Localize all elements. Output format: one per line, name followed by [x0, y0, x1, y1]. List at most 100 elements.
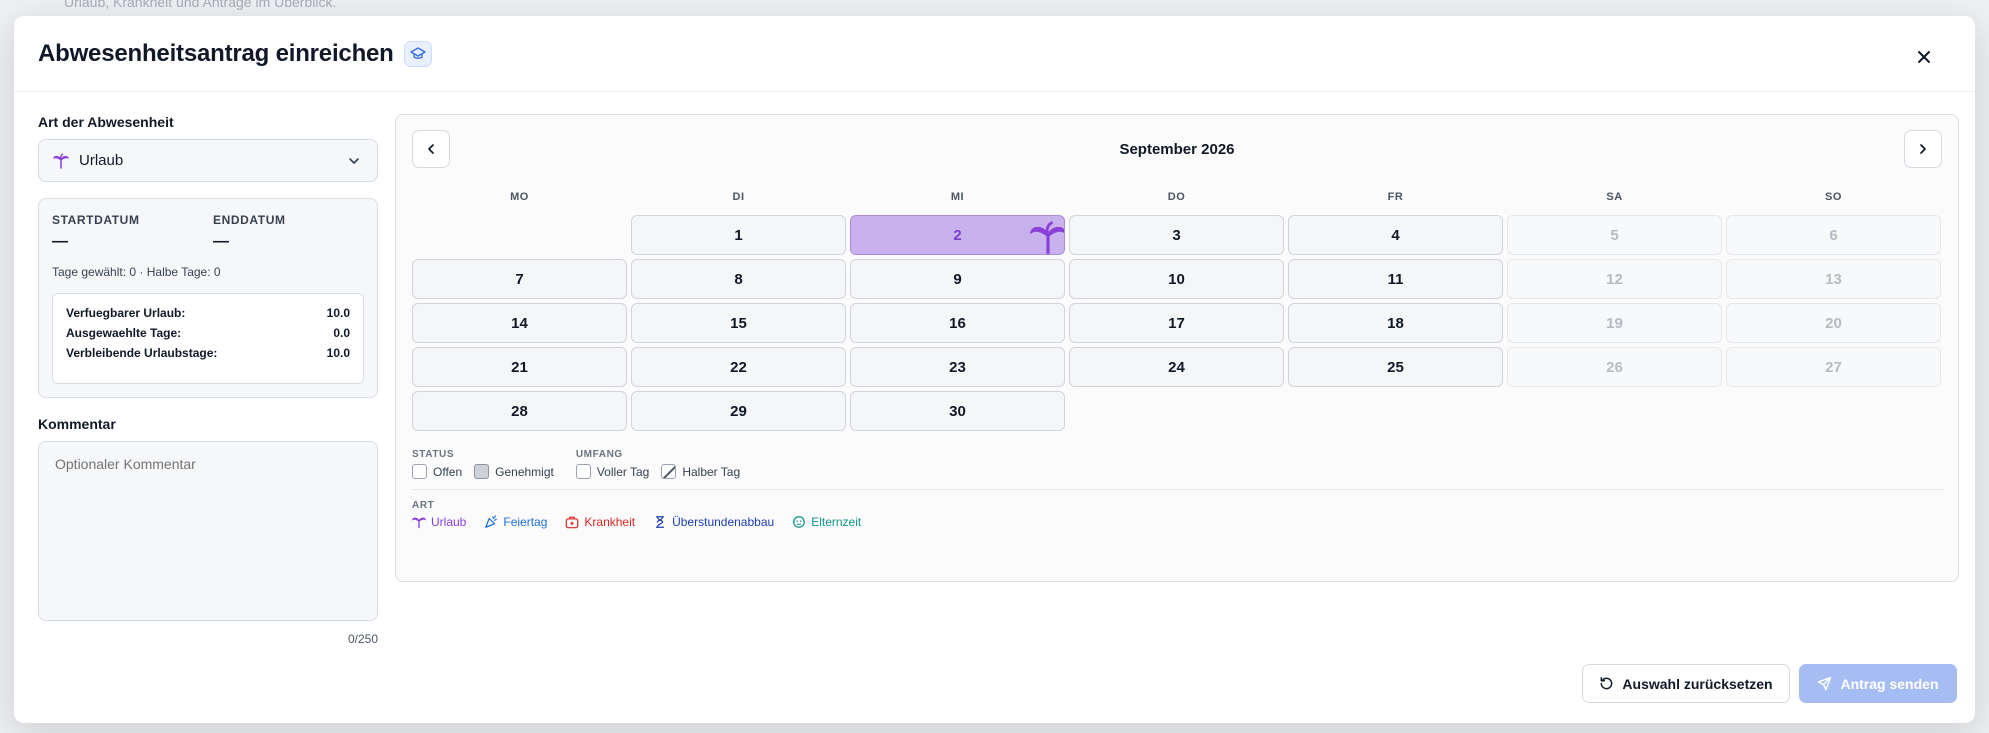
calendar-day-1[interactable]: 1: [631, 215, 846, 255]
status-legend: STATUS Offen Genehmigt: [412, 449, 554, 479]
next-month-button[interactable]: [1904, 130, 1942, 168]
calendar-day-14[interactable]: 14: [412, 303, 627, 343]
status-open-swatch: [412, 464, 427, 479]
calendar-day-24[interactable]: 24: [1069, 347, 1284, 387]
balance-label: Verbleibende Urlaubstage:: [66, 346, 218, 360]
status-open-label: Offen: [433, 464, 463, 479]
calendar-day-26[interactable]: 26: [1507, 347, 1722, 387]
calendar-day-13[interactable]: 13: [1726, 259, 1941, 299]
day-number: 4: [1391, 226, 1400, 244]
hourglass-icon: [655, 516, 665, 528]
close-button[interactable]: [1913, 46, 1935, 68]
day-number: 1: [734, 226, 743, 244]
calendar-day-4[interactable]: 4: [1288, 215, 1503, 255]
day-number: 14: [511, 314, 528, 332]
status-approved-swatch: [474, 464, 490, 479]
calendar-day-7[interactable]: 7: [412, 259, 627, 299]
day-number: 27: [1825, 358, 1842, 376]
legend-divider: [412, 489, 1944, 490]
balance-label: Verfuegbarer Urlaub:: [66, 306, 186, 320]
calendar-day-20[interactable]: 20: [1726, 303, 1941, 343]
balance-label: Ausgewaehlte Tage:: [66, 326, 182, 340]
day-number: 26: [1606, 358, 1623, 376]
request-form: Art der Abwesenheit Urlaub STARTDATUM — …: [38, 114, 378, 646]
calendar-legend: STATUS Offen Genehmigt UMFANG Voller Tag: [412, 449, 1944, 529]
day-number: 15: [730, 314, 747, 332]
rotate-ccw-icon: [1601, 676, 1613, 690]
calendar-day-28[interactable]: 28: [412, 391, 627, 431]
legend-feiertag-label: Feiertag: [503, 515, 548, 529]
day-number: 7: [515, 270, 524, 288]
send-icon: [1818, 676, 1832, 691]
calendar-day-27[interactable]: 27: [1726, 347, 1941, 387]
calendar-day-18[interactable]: 18: [1288, 303, 1503, 343]
calendar-day-22[interactable]: 22: [631, 347, 846, 387]
background-subtitle: Urlaub, Krankheit und Anträge im Überbli…: [64, 0, 337, 10]
calendar-day-30[interactable]: 30: [850, 391, 1065, 431]
reset-selection-label: Auswahl zurücksetzen: [1622, 675, 1773, 692]
graduation-cap-icon: [403, 40, 432, 67]
send-request-button[interactable]: Antrag senden: [1799, 664, 1957, 703]
calendar-day-25[interactable]: 25: [1288, 347, 1503, 387]
modal-header: Abwesenheitsantrag einreichen: [14, 16, 1975, 92]
calendar-day-16[interactable]: 16: [850, 303, 1065, 343]
legend-krankheit: Krankheit: [565, 515, 635, 529]
calendar-day-10[interactable]: 10: [1069, 259, 1284, 299]
baby-icon: [793, 516, 806, 528]
day-number: 6: [1829, 226, 1838, 244]
modal-title: Abwesenheitsantrag einreichen: [38, 39, 394, 67]
day-number: 16: [949, 314, 966, 332]
absence-type-select[interactable]: Urlaub: [38, 139, 378, 182]
calendar-day-21[interactable]: 21: [412, 347, 627, 387]
day-number: 21: [511, 358, 528, 376]
date-summary-card: STARTDATUM — ENDDATUM — Tage gewählt: 0 …: [38, 198, 378, 398]
calendar-day-19[interactable]: 19: [1507, 303, 1722, 343]
full-day-swatch: [575, 464, 591, 479]
start-date-value: —: [52, 233, 68, 250]
calendar-day-5[interactable]: 5: [1507, 215, 1722, 255]
calendar-day-12[interactable]: 12: [1507, 259, 1722, 299]
calendar-day-17[interactable]: 17: [1069, 303, 1284, 343]
day-number: 29: [730, 402, 747, 420]
calendar-day-8[interactable]: 8: [631, 259, 846, 299]
medical-bag-icon: [566, 516, 579, 529]
status-legend-label: STATUS: [412, 449, 455, 460]
calendar-day-29[interactable]: 29: [631, 391, 846, 431]
day-number: 30: [949, 402, 966, 420]
day-number: 2: [953, 226, 962, 244]
calendar-day-15[interactable]: 15: [631, 303, 846, 343]
send-request-label: Antrag senden: [1840, 675, 1939, 692]
legend-urlaub: Urlaub: [412, 515, 466, 529]
calendar-day-9[interactable]: 9: [850, 259, 1065, 299]
end-date: ENDDATUM —: [213, 213, 286, 251]
day-number: 9: [953, 270, 962, 288]
calendar-day-2[interactable]: 2: [850, 215, 1065, 255]
scope-legend-label: UMFANG: [575, 449, 623, 460]
balance-value: 10.0: [326, 346, 350, 360]
type-legend-label: ART: [412, 500, 435, 511]
day-number: 20: [1825, 314, 1842, 332]
calendar-day-6[interactable]: 6: [1726, 215, 1941, 255]
weekday-label: SO: [1825, 191, 1842, 203]
calendar-day-23[interactable]: 23: [850, 347, 1065, 387]
calendar: September 2026 MO DI MI DO FR SA SO 1234567891…: [395, 114, 1959, 582]
day-number: 8: [734, 270, 743, 288]
balance-row: Verbleibende Urlaubstage: 10.0: [66, 346, 350, 366]
legend-ueberstundenabbau: Überstundenabbau: [653, 515, 774, 529]
day-number: 28: [511, 402, 528, 420]
calendar-day-11[interactable]: 11: [1288, 259, 1503, 299]
legend-feiertag: Feiertag: [484, 515, 547, 529]
calendar-day-3[interactable]: 3: [1069, 215, 1284, 255]
day-number: 5: [1610, 226, 1619, 244]
day-number: 3: [1172, 226, 1181, 244]
legend-urlaub-label: Urlaub: [431, 515, 467, 529]
day-number: 23: [949, 358, 966, 376]
type-legend: Urlaub Feiertag Krankheit Überstundenabb…: [412, 515, 1944, 529]
weekday-label: SA: [1606, 191, 1623, 203]
weekday-label: FR: [1387, 191, 1404, 203]
palm-tree-icon: [1030, 220, 1064, 254]
party-popper-icon: [485, 515, 498, 528]
reset-selection-button[interactable]: Auswahl zurücksetzen: [1582, 664, 1790, 703]
comment-input[interactable]: [38, 441, 378, 621]
absence-type-label: Art der Abwesenheit: [38, 114, 174, 130]
